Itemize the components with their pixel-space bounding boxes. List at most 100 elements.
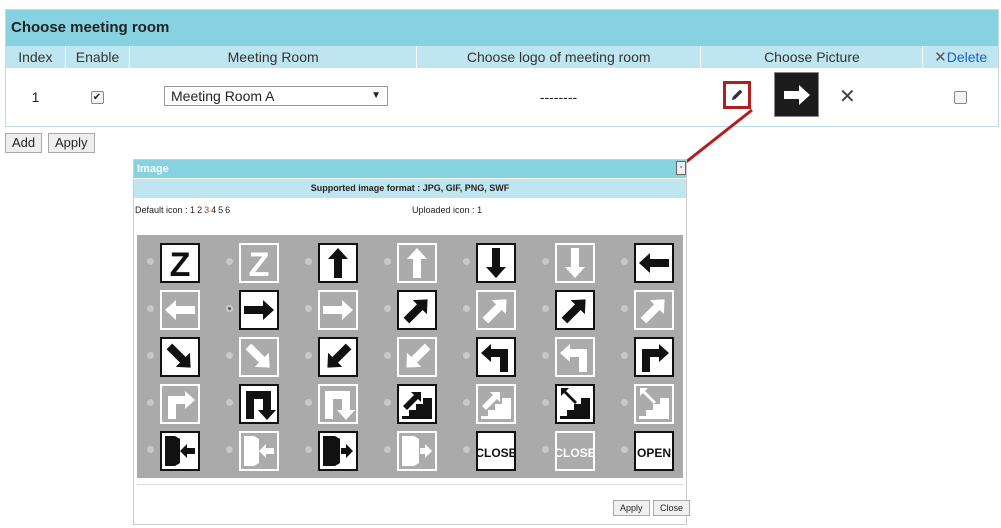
icon-option[interactable] — [454, 379, 530, 427]
arrow-down-icon[interactable] — [476, 243, 516, 283]
stairs-down-light-icon[interactable] — [634, 384, 674, 424]
open-sign-icon[interactable]: OPEN — [634, 431, 674, 471]
icon-option[interactable] — [296, 332, 372, 380]
icon-option[interactable] — [217, 332, 293, 380]
default-page-5[interactable]: 5 — [218, 205, 223, 215]
icon-radio[interactable] — [226, 352, 233, 359]
icon-radio[interactable] — [305, 399, 312, 406]
icon-option[interactable] — [454, 285, 530, 333]
icon-radio[interactable] — [226, 446, 233, 453]
icon-option[interactable] — [217, 285, 293, 333]
icon-option[interactable]: CLOSE — [533, 426, 609, 474]
turn-right-light-icon[interactable] — [160, 384, 200, 424]
turn-left-icon[interactable] — [476, 337, 516, 377]
icon-option[interactable] — [454, 332, 530, 380]
icon-option[interactable]: CLOSE — [454, 426, 530, 474]
stairs-up-icon[interactable] — [397, 384, 437, 424]
icon-option[interactable] — [138, 426, 214, 474]
arrow-up-right-light-icon[interactable] — [634, 290, 674, 330]
icon-radio[interactable] — [384, 258, 391, 265]
icon-option[interactable] — [296, 379, 372, 427]
arrow-down-right-light-icon[interactable] — [397, 337, 437, 377]
uploaded-page-1[interactable]: 1 — [477, 205, 482, 215]
icon-option[interactable] — [612, 379, 688, 427]
icon-option[interactable] — [375, 426, 451, 474]
icon-option[interactable] — [533, 379, 609, 427]
arrow-up-light-icon[interactable] — [397, 243, 437, 283]
z-light-icon[interactable]: Z — [239, 243, 279, 283]
default-page-6[interactable]: 6 — [225, 205, 230, 215]
icon-option[interactable]: Z — [138, 238, 214, 286]
icon-option[interactable] — [296, 426, 372, 474]
arrow-up-right-icon[interactable] — [555, 290, 595, 330]
icon-radio[interactable] — [226, 258, 233, 265]
icon-radio[interactable] — [463, 352, 470, 359]
door-exit-icon[interactable] — [318, 431, 358, 471]
icon-radio[interactable] — [542, 258, 549, 265]
icon-option[interactable] — [533, 285, 609, 333]
icon-radio[interactable] — [463, 305, 470, 312]
icon-option[interactable] — [612, 238, 688, 286]
dialog-apply-button[interactable]: Apply — [613, 500, 650, 516]
icon-option[interactable] — [296, 285, 372, 333]
icon-radio[interactable] — [226, 399, 233, 406]
door-enter-icon[interactable] — [160, 431, 200, 471]
icon-radio[interactable] — [463, 399, 470, 406]
icon-radio[interactable] — [305, 446, 312, 453]
icon-radio[interactable] — [621, 352, 628, 359]
icon-radio[interactable] — [147, 399, 154, 406]
arrow-up-icon[interactable] — [318, 243, 358, 283]
icon-radio[interactable] — [542, 399, 549, 406]
icon-option[interactable] — [217, 379, 293, 427]
turn-left-light-icon[interactable] — [555, 337, 595, 377]
icon-radio[interactable] — [147, 352, 154, 359]
icon-radio[interactable] — [147, 258, 154, 265]
default-page-3[interactable]: 3 — [204, 205, 209, 215]
icon-option[interactable] — [612, 285, 688, 333]
icon-radio[interactable] — [384, 399, 391, 406]
stairs-down-icon[interactable] — [555, 384, 595, 424]
icon-radio[interactable] — [542, 446, 549, 453]
icon-radio[interactable] — [305, 352, 312, 359]
arrow-down-light-icon[interactable] — [555, 243, 595, 283]
icon-radio[interactable] — [621, 446, 628, 453]
stairs-up-light-icon[interactable] — [476, 384, 516, 424]
u-turn-light-icon[interactable] — [318, 384, 358, 424]
icon-radio[interactable] — [384, 446, 391, 453]
default-page-2[interactable]: 2 — [197, 205, 202, 215]
icon-option[interactable] — [375, 332, 451, 380]
icon-option[interactable] — [375, 379, 451, 427]
icon-option[interactable] — [375, 238, 451, 286]
icon-radio[interactable] — [542, 305, 549, 312]
icon-option[interactable] — [138, 379, 214, 427]
u-turn-icon[interactable] — [239, 384, 279, 424]
dialog-close-icon[interactable]: ▫ — [676, 161, 686, 175]
close-sign-light-icon[interactable]: CLOSE — [555, 431, 595, 471]
icon-radio[interactable] — [621, 305, 628, 312]
turn-right-icon[interactable] — [634, 337, 674, 377]
arrow-up-left-light-icon[interactable] — [476, 290, 516, 330]
door-enter-light-icon[interactable] — [239, 431, 279, 471]
icon-radio[interactable] — [147, 305, 154, 312]
arrow-down-right-icon[interactable] — [318, 337, 358, 377]
arrow-left-light-icon[interactable] — [160, 290, 200, 330]
icon-option[interactable] — [138, 285, 214, 333]
icon-radio[interactable] — [305, 258, 312, 265]
icon-option[interactable] — [296, 238, 372, 286]
default-page-4[interactable]: 4 — [211, 205, 216, 215]
z-icon[interactable]: Z — [160, 243, 200, 283]
icon-radio[interactable] — [384, 305, 391, 312]
icon-option[interactable] — [375, 285, 451, 333]
icon-radio[interactable] — [147, 446, 154, 453]
icon-option[interactable] — [217, 426, 293, 474]
arrow-left-icon[interactable] — [634, 243, 674, 283]
arrow-right-icon[interactable] — [239, 290, 279, 330]
icon-radio[interactable] — [384, 352, 391, 359]
icon-radio[interactable] — [226, 305, 233, 312]
icon-radio[interactable] — [463, 446, 470, 453]
icon-option[interactable] — [612, 332, 688, 380]
icon-option[interactable] — [138, 332, 214, 380]
arrow-down-left-icon[interactable] — [160, 337, 200, 377]
icon-option[interactable]: OPEN — [612, 426, 688, 474]
arrow-right-light-icon[interactable] — [318, 290, 358, 330]
